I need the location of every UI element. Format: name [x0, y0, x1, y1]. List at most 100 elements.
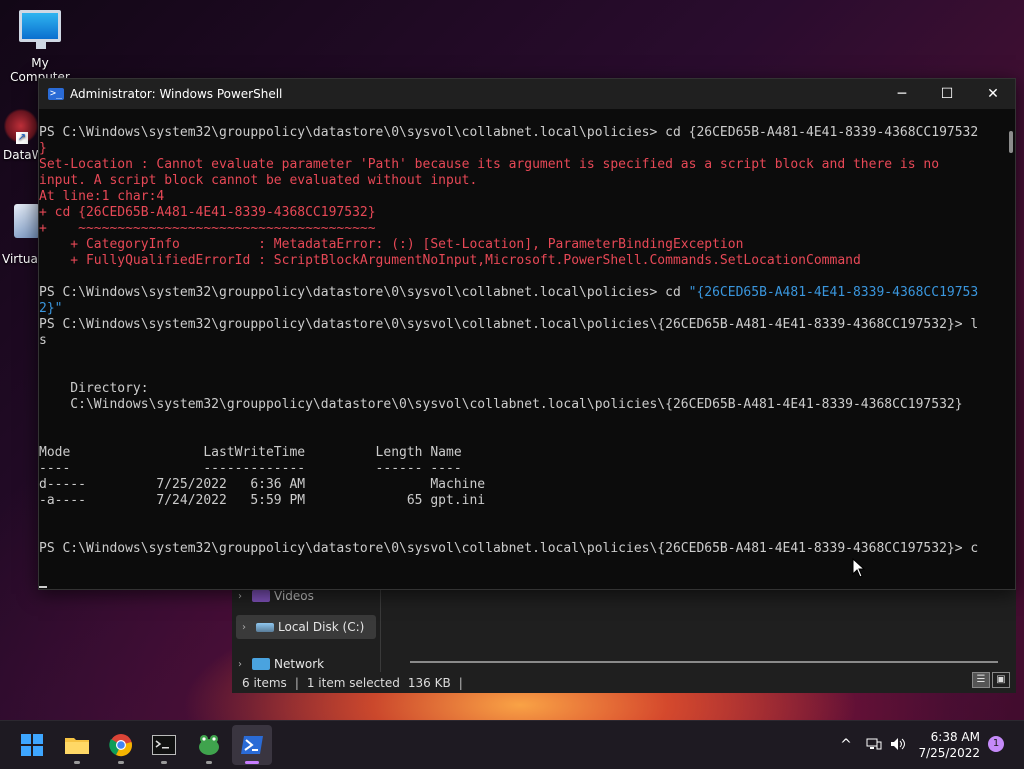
notification-badge[interactable]: 1 — [988, 736, 1004, 752]
console-line: PS C:\Windows\system32\grouppolicy\datas… — [39, 541, 1001, 557]
maximize-button[interactable]: ☐ — [924, 79, 970, 109]
mouse-pointer-icon — [852, 557, 866, 578]
chevron-right-icon[interactable]: › — [236, 622, 252, 633]
console-line: + cd {26CED65B-A481-4E41-8339-4368CC1975… — [39, 205, 1001, 221]
nav-item-local-disk[interactable]: › Local Disk (C:) — [236, 615, 376, 639]
console-text: PS C:\Windows\system32\grouppolicy\datas… — [39, 317, 979, 332]
status-separator: | — [458, 676, 463, 690]
running-indicator — [118, 761, 124, 764]
console-text: C:\Windows\system32\grouppolicy\datastor… — [39, 397, 963, 412]
console-line: Mode LastWriteTime Length Name — [39, 445, 1001, 461]
system-tray: ^ — [838, 721, 908, 769]
console-line: Directory: — [39, 381, 1001, 397]
desktop-icon-label: DataW — [3, 148, 44, 162]
desktop-icon-dataw[interactable]: ↗ DataW — [0, 108, 44, 162]
file-explorer-button[interactable] — [57, 725, 97, 765]
clock-time: 6:38 AM — [930, 730, 980, 744]
details-view-icon[interactable]: ☰ — [972, 672, 990, 688]
powershell-icon: >_ — [48, 88, 64, 100]
status-size: 136 KB — [407, 676, 451, 690]
app-shortcut-icon: ↗ — [4, 108, 38, 144]
console-line: At line:1 char:4 — [39, 189, 1001, 205]
virtualbox-icon — [14, 204, 40, 238]
console-line: ---- ------------- ------ ---- — [39, 461, 1001, 477]
powershell-button[interactable] — [232, 725, 272, 765]
console-text: s — [39, 333, 47, 348]
console-line: -a---- 7/24/2022 5:59 PM 65 gpt.ini — [39, 493, 1001, 509]
title-bar[interactable]: >_ Administrator: Windows PowerShell ─ ☐… — [39, 79, 1015, 109]
console-text: PS C:\Windows\system32\grouppolicy\datas… — [39, 125, 979, 140]
status-selection: 1 item selected — [306, 676, 400, 690]
console-text: d----- 7/25/2022 6:36 AM Machine — [39, 477, 486, 492]
frog-app-icon — [199, 735, 219, 755]
desktop-icon-label: Virtuall — [2, 252, 45, 266]
chrome-button[interactable] — [101, 725, 141, 765]
console-line: + CategoryInfo : MetadataError: (:) [Set… — [39, 237, 1001, 253]
console-text: + CategoryInfo : MetadataError: (:) [Set… — [39, 237, 744, 252]
status-item-count: 6 items — [242, 676, 287, 690]
terminal-icon — [152, 735, 176, 755]
vertical-scrollbar[interactable] — [1009, 131, 1013, 153]
close-button[interactable]: ✕ — [970, 79, 1016, 109]
console-output[interactable]: PS C:\Windows\system32\grouppolicy\datas… — [39, 109, 1001, 589]
chevron-right-icon[interactable]: › — [232, 591, 248, 602]
running-indicator — [161, 761, 167, 764]
running-indicator — [206, 761, 212, 764]
console-line: PS C:\Windows\system32\grouppolicy\datas… — [39, 285, 1001, 301]
horizontal-scrollbar[interactable] — [410, 661, 998, 663]
console-line: input. A script block cannot be evaluate… — [39, 173, 1001, 189]
console-line: 2}" — [39, 301, 1001, 317]
console-line: Set-Location : Cannot evaluate parameter… — [39, 157, 1001, 173]
console-line: + FullyQualifiedErrorId : ScriptBlockArg… — [39, 253, 1001, 269]
chevron-right-icon[interactable]: › — [232, 659, 248, 670]
console-text: + ~~~~~~~~~~~~~~~~~~~~~~~~~~~~~~~~~~~~~~ — [39, 221, 376, 236]
console-text: + FullyQualifiedErrorId : ScriptBlockArg… — [39, 253, 861, 268]
console-text: + cd {26CED65B-A481-4E41-8339-4368CC1975… — [39, 205, 376, 220]
console-line: } — [39, 141, 1001, 157]
app-button[interactable] — [189, 725, 229, 765]
nav-item-network[interactable]: › Network — [232, 655, 378, 673]
minimize-button[interactable]: ─ — [879, 79, 925, 109]
drive-icon — [256, 622, 274, 632]
powershell-window[interactable]: >_ Administrator: Windows PowerShell ─ ☐… — [38, 78, 1016, 590]
clock[interactable]: 6:38 AM 7/25/2022 — [910, 729, 980, 761]
console-line: d----- 7/25/2022 6:36 AM Machine — [39, 477, 1001, 493]
folder-icon — [65, 738, 89, 754]
console-text: } — [39, 141, 47, 156]
console-line: PS C:\Windows\system32\grouppolicy\datas… — [39, 125, 1001, 141]
volume-icon[interactable] — [890, 737, 908, 754]
console-text: PS C:\Windows\system32\grouppolicy\datas… — [39, 285, 689, 300]
tray-overflow-chevron-icon[interactable]: ^ — [838, 737, 854, 753]
console-text: PS C:\Windows\system32\grouppolicy\datas… — [39, 541, 979, 556]
console-text: Set-Location : Cannot evaluate parameter… — [39, 157, 940, 172]
console-line: C:\Windows\system32\grouppolicy\datastor… — [39, 397, 1001, 413]
status-separator: | — [294, 676, 299, 690]
clock-date: 7/25/2022 — [918, 746, 980, 760]
window-title: Administrator: Windows PowerShell — [70, 87, 283, 101]
network-status-icon[interactable] — [866, 737, 882, 754]
nav-item-label: Local Disk (C:) — [278, 620, 365, 634]
console-line: PS C:\Windows\system32\grouppolicy\datas… — [39, 317, 1001, 333]
console-string-literal: 2}" — [39, 301, 63, 316]
console-string-literal: "{26CED65B-A481-4E41-8339-4368CC19753 — [688, 285, 979, 300]
desktop-icon-virtualbox[interactable]: Virtuall — [0, 204, 45, 266]
monitor-icon — [19, 10, 61, 49]
console-text: input. A script block cannot be evaluate… — [39, 173, 478, 188]
console-line: s — [39, 333, 1001, 349]
running-indicator — [74, 761, 80, 764]
desktop-icon-my-computer[interactable]: My Computer — [2, 10, 78, 84]
terminal-button[interactable] — [144, 725, 184, 765]
start-button[interactable] — [12, 725, 52, 765]
console-text: At line:1 char:4 — [39, 189, 165, 204]
explorer-status-bar: 6 items | 1 item selected 136 KB | — [232, 674, 1016, 692]
console-text: ---- ------------- ------ ---- — [39, 461, 462, 476]
large-icons-view-icon[interactable]: ▣ — [992, 672, 1010, 688]
console-text: Mode LastWriteTime Length Name — [39, 445, 462, 460]
